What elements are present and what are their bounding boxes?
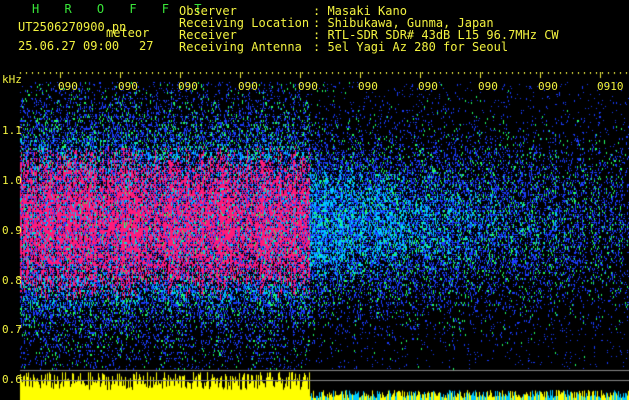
y-tick: 1.1: [2, 124, 22, 137]
spectrogram: [0, 72, 629, 400]
x-tick: 090: [298, 80, 318, 93]
antenna-value: : 5el Yagi Az 280 for Seoul: [313, 40, 509, 54]
date-time: 25.06.27 09:00: [18, 39, 120, 53]
x-tick: 090: [478, 80, 498, 93]
x-tick: 090: [538, 80, 558, 93]
y-tick: 0.8: [2, 274, 22, 287]
y-tick: 1.0: [2, 174, 22, 187]
type-label: meteor: [106, 26, 150, 40]
y-tick: 0.7: [2, 323, 22, 336]
x-tick: 090: [58, 80, 78, 93]
x-tick: 090: [358, 80, 378, 93]
x-tick: 090: [238, 80, 258, 93]
y-axis-unit: kHz: [2, 73, 22, 86]
x-tick: 090: [118, 80, 138, 93]
meteor-count: 27: [139, 39, 154, 53]
x-tick: 0910: [597, 80, 624, 93]
antenna-label: Receiving Antenna: [179, 40, 302, 54]
y-tick: 0.6: [2, 373, 22, 386]
x-tick: 090: [418, 80, 438, 93]
y-tick: 0.9: [2, 224, 22, 237]
x-tick: 090: [178, 80, 198, 93]
